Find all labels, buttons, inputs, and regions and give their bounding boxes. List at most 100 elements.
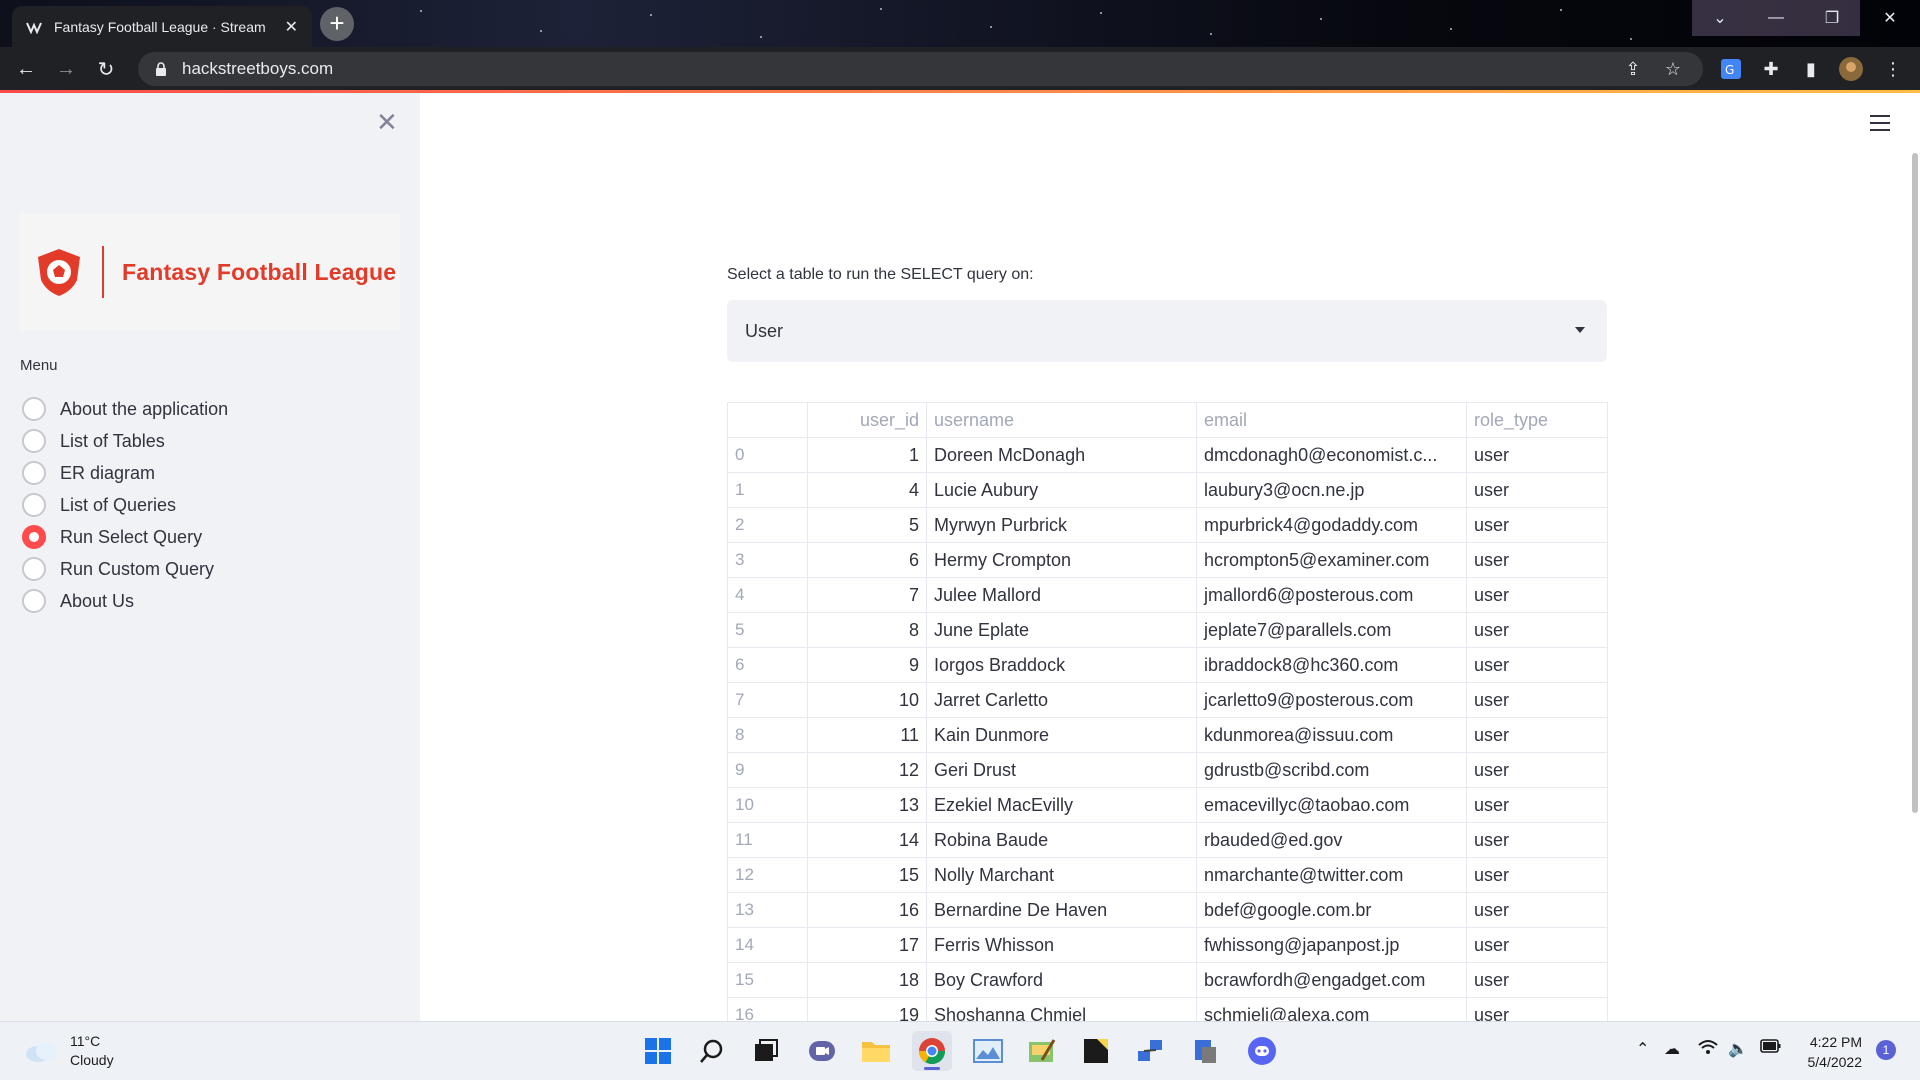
close-sidebar-icon[interactable]: ✕	[376, 107, 398, 138]
system-clock[interactable]: 4:22 PM 5/4/2022	[1790, 1032, 1863, 1072]
column-header[interactable]: email	[1196, 402, 1467, 438]
menu-item[interactable]: About the application	[22, 393, 228, 425]
table-row[interactable]: 14 17 Ferris Whisson fwhissong@japanpost.jp…	[727, 927, 1608, 963]
radio-unchecked-icon[interactable]	[22, 589, 46, 613]
table-row[interactable]: 9 12 Geri Drust gdrustb@scribd.com user	[727, 752, 1608, 788]
query-result-table[interactable]: user_id username email role_type 0 1 Doreen M…	[727, 402, 1608, 1021]
table-row[interactable]: 0 1 Doreen McDonagh dmcdonagh0@economist.c.…	[727, 437, 1608, 473]
chrome-icon[interactable]	[912, 1031, 952, 1071]
tab-search-icon[interactable]: ⌄	[1692, 0, 1748, 36]
file-explorer-icon[interactable]	[856, 1031, 896, 1071]
table-row[interactable]: 2 5 Myrwyn Purbrick mpurbrick4@godaddy.com u…	[727, 507, 1608, 543]
logo-text: Fantasy Football League	[122, 258, 397, 285]
scrollbar[interactable]	[1912, 153, 1918, 813]
forward-arrow-icon[interactable]: →	[52, 55, 80, 83]
table-cell: user	[1466, 857, 1608, 893]
table-cell: Robina Baude	[926, 822, 1197, 858]
windows-taskbar: 11°C Cloudy ⌃ ☁ 🔈 4:22 PM 5/4/2022 1	[0, 1021, 1920, 1080]
menu-item[interactable]: ER diagram	[22, 457, 228, 489]
table-cell: user	[1466, 717, 1608, 753]
table-cell: 9	[807, 647, 927, 683]
windows-start-icon[interactable]	[638, 1031, 678, 1071]
table-row[interactable]: 4 7 Julee Mallord jmallord6@posterous.com us…	[727, 577, 1608, 613]
battery-icon[interactable]	[1760, 1039, 1782, 1058]
menu-item[interactable]: About Us	[22, 585, 228, 617]
table-cell: Jarret Carletto	[926, 682, 1197, 718]
volume-icon[interactable]: 🔈	[1728, 1039, 1748, 1059]
share-icon[interactable]: ⇪	[1616, 52, 1650, 86]
radio-unchecked-icon[interactable]	[22, 429, 46, 453]
browser-tab[interactable]: Fantasy Football League · Stream ✕	[12, 6, 312, 47]
column-header[interactable]: role_type	[1466, 402, 1608, 438]
table-cell: Kain Dunmore	[926, 717, 1197, 753]
table-cell: 6	[727, 647, 808, 683]
table-cell: Ezekiel MacEvilly	[926, 787, 1197, 823]
table-cell: Julee Mallord	[926, 577, 1197, 613]
table-row[interactable]: 13 16 Bernardine De Haven bdef@google.com.b…	[727, 892, 1608, 928]
table-cell: emacevillyc@taobao.com	[1196, 787, 1467, 823]
column-header[interactable]	[727, 402, 808, 438]
table-row[interactable]: 8 11 Kain Dunmore kdunmorea@issuu.com user	[727, 717, 1608, 753]
table-row[interactable]: 1 4 Lucie Aubury laubury3@ocn.ne.jp user	[727, 472, 1608, 508]
teams-chat-icon[interactable]	[802, 1031, 842, 1071]
table-select-dropdown[interactable]: User	[727, 300, 1607, 362]
table-row[interactable]: 5 8 June Eplate jeplate7@parallels.com user	[727, 612, 1608, 648]
extensions-puzzle-icon[interactable]: ✚	[1758, 56, 1784, 82]
table-cell: dmcdonagh0@economist.c...	[1196, 437, 1467, 473]
table-row[interactable]: 15 18 Boy Crawford bcrawfordh@engadget.com u…	[727, 962, 1608, 998]
system-tool-icon[interactable]	[1186, 1031, 1226, 1071]
tab-close-icon[interactable]: ✕	[285, 17, 298, 37]
svg-text:G: G	[1725, 63, 1734, 77]
column-header[interactable]: user_id	[807, 402, 927, 438]
column-header[interactable]: username	[926, 402, 1197, 438]
menu-item[interactable]: List of Tables	[22, 425, 228, 457]
new-tab-button[interactable]: +	[320, 7, 354, 41]
wifi-icon[interactable]	[1698, 1039, 1718, 1060]
back-arrow-icon[interactable]: ←	[12, 55, 40, 83]
cloud-icon	[26, 1042, 56, 1062]
chevron-up-icon[interactable]: ⌃	[1636, 1039, 1649, 1059]
browser-menu-icon[interactable]: ⋮	[1880, 56, 1906, 82]
side-panel-icon[interactable]: ▮	[1798, 56, 1824, 82]
photos-app-icon[interactable]	[968, 1031, 1008, 1071]
table-row[interactable]: 11 14 Robina Baude rbauded@ed.gov user	[727, 822, 1608, 858]
menu-item[interactable]: List of Queries	[22, 489, 228, 521]
table-row[interactable]: 10 13 Ezekiel MacEvilly emacevillyc@taobao.…	[727, 787, 1608, 823]
radio-unchecked-icon[interactable]	[22, 397, 46, 421]
table-cell: 18	[807, 962, 927, 998]
table-row[interactable]: 3 6 Hermy Crompton hcrompton5@examiner.com u…	[727, 542, 1608, 578]
weather-temperature: 11°C	[70, 1033, 101, 1049]
task-view-icon[interactable]	[746, 1031, 786, 1071]
translate-extension-icon[interactable]: G	[1718, 56, 1744, 82]
bookmark-star-icon[interactable]: ☆	[1656, 52, 1690, 86]
radio-unchecked-icon[interactable]	[22, 461, 46, 485]
table-row[interactable]: 7 10 Jarret Carletto jcarletto9@posterous.c…	[727, 682, 1608, 718]
close-window-button[interactable]: ✕	[1860, 0, 1920, 36]
menu-item[interactable]: Run Custom Query	[22, 553, 228, 585]
weather-description: Cloudy	[70, 1052, 114, 1068]
streamlit-favicon-icon	[26, 19, 42, 35]
hamburger-menu-icon[interactable]	[1870, 115, 1890, 131]
radio-unchecked-icon[interactable]	[22, 557, 46, 581]
table-row[interactable]: 12 15 Nolly Marchant nmarchante@twitter.com…	[727, 857, 1608, 893]
onedrive-cloud-icon[interactable]: ☁	[1664, 1039, 1680, 1059]
address-bar[interactable]: hackstreetboys.com ⇪ ☆	[138, 52, 1703, 86]
minimize-button[interactable]: —	[1748, 0, 1804, 36]
restore-button[interactable]: ❐	[1804, 0, 1860, 36]
table-cell: jeplate7@parallels.com	[1196, 612, 1467, 648]
paint-app-icon[interactable]	[1022, 1031, 1062, 1071]
discord-icon[interactable]	[1242, 1031, 1282, 1071]
network-app-icon[interactable]	[1130, 1031, 1170, 1071]
reload-icon[interactable]: ↻	[92, 55, 120, 83]
notification-badge[interactable]: 1	[1876, 1040, 1896, 1060]
menu-item[interactable]: Run Select Query	[22, 521, 228, 553]
radio-unchecked-icon[interactable]	[22, 493, 46, 517]
table-row[interactable]: 6 9 Iorgos Braddock ibraddock8@hc360.com use…	[727, 647, 1608, 683]
weather-widget[interactable]: 11°C Cloudy	[24, 1032, 114, 1070]
clock-date: 5/4/2022	[1807, 1054, 1863, 1070]
table-row[interactable]: 16 19 Shoshanna Chmiel schmieli@alexa.com us…	[727, 997, 1608, 1021]
profile-avatar[interactable]	[1838, 56, 1864, 82]
radio-checked-icon[interactable]	[22, 525, 46, 549]
sticky-notes-icon[interactable]	[1076, 1031, 1116, 1071]
search-icon[interactable]	[692, 1031, 732, 1071]
